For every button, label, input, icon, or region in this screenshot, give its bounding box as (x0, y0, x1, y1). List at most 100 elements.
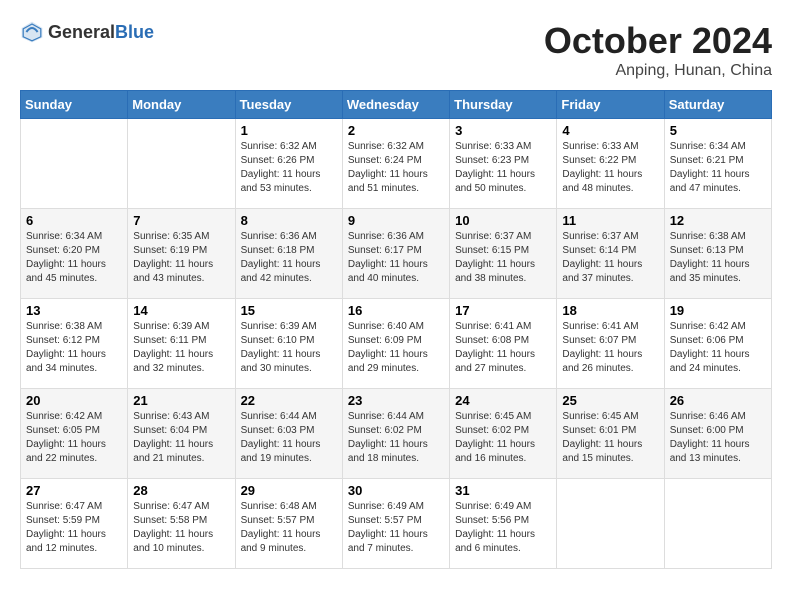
day-number: 21 (133, 393, 229, 408)
calendar-cell: 13Sunrise: 6:38 AMSunset: 6:12 PMDayligh… (21, 299, 128, 389)
calendar-cell: 14 Sunrise: 6:39 AMSunset: 6:11 PMDayligh… (128, 299, 235, 389)
day-number: 17 (455, 303, 551, 318)
day-info: Sunrise: 6:33 AMSunset: 6:23 PMDaylight:… (455, 140, 551, 196)
day-info: Sunrise: 6:45 AMSunset: 6:02 PMDaylight:… (455, 410, 551, 466)
day-info: Sunrise: 6:34 AMSunset: 6:21 PMDaylight:… (670, 140, 766, 196)
day-info: Sunrise: 6:36 AMSunset: 6:18 PMDaylight:… (241, 230, 337, 286)
day-info: Sunrise: 6:49 AMSunset: 5:57 PMDaylight:… (348, 500, 444, 556)
day-info: Sunrise: 6:37 AMSunset: 6:14 PMDaylight:… (562, 230, 658, 286)
day-number: 23 (348, 393, 444, 408)
day-info: Sunrise: 6:32 AMSunset: 6:24 PMDaylight:… (348, 140, 444, 196)
day-number: 9 (348, 213, 444, 228)
day-number: 20 (26, 393, 122, 408)
day-number: 11 (562, 213, 658, 228)
page-header: GeneralBlue October 2024 Anping, Hunan, … (20, 20, 772, 80)
weekday-header: Friday (557, 91, 664, 119)
calendar-cell: 24 Sunrise: 6:45 AMSunset: 6:02 PMDayligh… (450, 389, 557, 479)
calendar-week-row: 13Sunrise: 6:38 AMSunset: 6:12 PMDayligh… (21, 299, 772, 389)
calendar-cell: 3 Sunrise: 6:33 AMSunset: 6:23 PMDaylight… (450, 119, 557, 209)
calendar-week-row: 6 Sunrise: 6:34 AMSunset: 6:20 PMDaylight… (21, 209, 772, 299)
calendar-cell: 28 Sunrise: 6:47 AMSunset: 5:58 PMDayligh… (128, 479, 235, 569)
weekday-header: Saturday (664, 91, 771, 119)
day-info: Sunrise: 6:42 AMSunset: 6:06 PMDaylight:… (670, 320, 766, 376)
day-info: Sunrise: 6:37 AMSunset: 6:15 PMDaylight:… (455, 230, 551, 286)
calendar-cell: 29 Sunrise: 6:48 AMSunset: 5:57 PMDayligh… (235, 479, 342, 569)
day-info: Sunrise: 6:45 AMSunset: 6:01 PMDaylight:… (562, 410, 658, 466)
day-info: Sunrise: 6:49 AMSunset: 5:56 PMDaylight:… (455, 500, 551, 556)
day-number: 5 (670, 123, 766, 138)
calendar-cell (128, 119, 235, 209)
day-info: Sunrise: 6:40 AMSunset: 6:09 PMDaylight:… (348, 320, 444, 376)
calendar-header-row: SundayMondayTuesdayWednesdayThursdayFrid… (21, 91, 772, 119)
calendar-table: SundayMondayTuesdayWednesdayThursdayFrid… (20, 90, 772, 569)
day-info: Sunrise: 6:41 AMSunset: 6:08 PMDaylight:… (455, 320, 551, 376)
day-number: 24 (455, 393, 551, 408)
day-number: 3 (455, 123, 551, 138)
day-number: 1 (241, 123, 337, 138)
logo-icon (20, 20, 44, 44)
day-number: 16 (348, 303, 444, 318)
day-info: Sunrise: 6:41 AMSunset: 6:07 PMDaylight:… (562, 320, 658, 376)
calendar-cell: 31 Sunrise: 6:49 AMSunset: 5:56 PMDayligh… (450, 479, 557, 569)
calendar-cell: 6 Sunrise: 6:34 AMSunset: 6:20 PMDaylight… (21, 209, 128, 299)
title-section: October 2024 Anping, Hunan, China (544, 20, 772, 80)
calendar-cell: 22Sunrise: 6:44 AMSunset: 6:03 PMDayligh… (235, 389, 342, 479)
day-number: 7 (133, 213, 229, 228)
weekday-header: Tuesday (235, 91, 342, 119)
day-number: 27 (26, 483, 122, 498)
calendar-cell: 19 Sunrise: 6:42 AMSunset: 6:06 PMDayligh… (664, 299, 771, 389)
day-number: 8 (241, 213, 337, 228)
day-info: Sunrise: 6:35 AMSunset: 6:19 PMDaylight:… (133, 230, 229, 286)
calendar-cell: 4 Sunrise: 6:33 AMSunset: 6:22 PMDaylight… (557, 119, 664, 209)
location-title: Anping, Hunan, China (544, 62, 772, 80)
calendar-cell: 2Sunrise: 6:32 AMSunset: 6:24 PMDaylight… (342, 119, 449, 209)
calendar-cell: 27 Sunrise: 6:47 AMSunset: 5:59 PMDayligh… (21, 479, 128, 569)
day-number: 30 (348, 483, 444, 498)
day-info: Sunrise: 6:46 AMSunset: 6:00 PMDaylight:… (670, 410, 766, 466)
day-info: Sunrise: 6:36 AMSunset: 6:17 PMDaylight:… (348, 230, 444, 286)
day-number: 31 (455, 483, 551, 498)
calendar-cell: 1 Sunrise: 6:32 AMSunset: 6:26 PMDaylight… (235, 119, 342, 209)
day-info: Sunrise: 6:39 AMSunset: 6:11 PMDaylight:… (133, 320, 229, 376)
day-info: Sunrise: 6:43 AMSunset: 6:04 PMDaylight:… (133, 410, 229, 466)
calendar-cell: 21 Sunrise: 6:43 AMSunset: 6:04 PMDayligh… (128, 389, 235, 479)
calendar-cell: 16 Sunrise: 6:40 AMSunset: 6:09 PMDayligh… (342, 299, 449, 389)
logo-wordmark: GeneralBlue (48, 22, 154, 43)
weekday-header: Monday (128, 91, 235, 119)
day-number: 19 (670, 303, 766, 318)
calendar-cell: 20 Sunrise: 6:42 AMSunset: 6:05 PMDayligh… (21, 389, 128, 479)
calendar-cell: 15 Sunrise: 6:39 AMSunset: 6:10 PMDayligh… (235, 299, 342, 389)
day-info: Sunrise: 6:44 AMSunset: 6:03 PMDaylight:… (241, 410, 337, 466)
day-info: Sunrise: 6:34 AMSunset: 6:20 PMDaylight:… (26, 230, 122, 286)
day-number: 4 (562, 123, 658, 138)
calendar-cell: 12Sunrise: 6:38 AMSunset: 6:13 PMDayligh… (664, 209, 771, 299)
calendar-cell: 23Sunrise: 6:44 AMSunset: 6:02 PMDayligh… (342, 389, 449, 479)
day-info: Sunrise: 6:47 AMSunset: 5:59 PMDaylight:… (26, 500, 122, 556)
calendar-cell: 9 Sunrise: 6:36 AMSunset: 6:17 PMDaylight… (342, 209, 449, 299)
day-info: Sunrise: 6:33 AMSunset: 6:22 PMDaylight:… (562, 140, 658, 196)
month-title: October 2024 (544, 20, 772, 62)
day-number: 29 (241, 483, 337, 498)
calendar-cell: 10Sunrise: 6:37 AMSunset: 6:15 PMDayligh… (450, 209, 557, 299)
day-number: 13 (26, 303, 122, 318)
day-info: Sunrise: 6:47 AMSunset: 5:58 PMDaylight:… (133, 500, 229, 556)
day-number: 15 (241, 303, 337, 318)
calendar-cell (664, 479, 771, 569)
calendar-cell (557, 479, 664, 569)
day-number: 14 (133, 303, 229, 318)
day-number: 12 (670, 213, 766, 228)
calendar-cell: 11 Sunrise: 6:37 AMSunset: 6:14 PMDayligh… (557, 209, 664, 299)
calendar-cell: 18Sunrise: 6:41 AMSunset: 6:07 PMDayligh… (557, 299, 664, 389)
day-number: 6 (26, 213, 122, 228)
day-info: Sunrise: 6:42 AMSunset: 6:05 PMDaylight:… (26, 410, 122, 466)
day-info: Sunrise: 6:39 AMSunset: 6:10 PMDaylight:… (241, 320, 337, 376)
calendar-cell: 30 Sunrise: 6:49 AMSunset: 5:57 PMDayligh… (342, 479, 449, 569)
day-info: Sunrise: 6:32 AMSunset: 6:26 PMDaylight:… (241, 140, 337, 196)
logo-blue: Blue (115, 22, 154, 42)
calendar-cell: 26Sunrise: 6:46 AMSunset: 6:00 PMDayligh… (664, 389, 771, 479)
day-number: 25 (562, 393, 658, 408)
day-number: 28 (133, 483, 229, 498)
logo-general: General (48, 22, 115, 42)
calendar-week-row: 27 Sunrise: 6:47 AMSunset: 5:59 PMDayligh… (21, 479, 772, 569)
day-info: Sunrise: 6:48 AMSunset: 5:57 PMDaylight:… (241, 500, 337, 556)
